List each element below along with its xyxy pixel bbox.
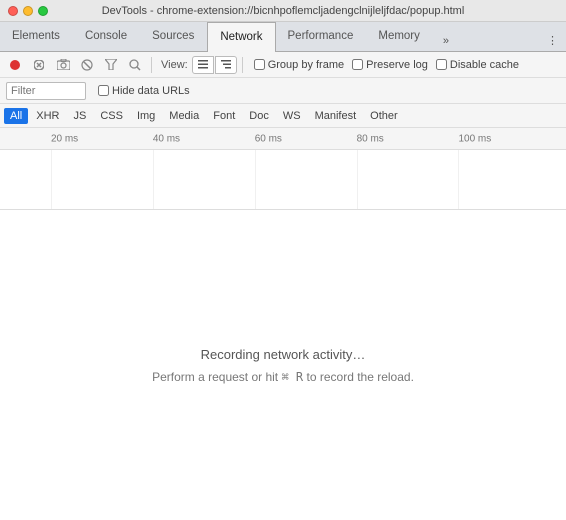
view-list-button[interactable] [192,56,214,74]
stop-button[interactable] [28,54,50,76]
close-button[interactable] [8,6,18,16]
toolbar-separator-1 [151,57,152,73]
preserve-log-label: Preserve log [366,59,428,71]
timeline-markers: 20 ms 40 ms 60 ms 80 ms 100 ms [0,128,566,149]
tab-network[interactable]: Network [207,22,275,52]
waterfall-view-icon [221,60,231,69]
marker-40ms: 40 ms [153,133,180,144]
clear-button[interactable] [76,54,98,76]
filter-tab-media[interactable]: Media [163,108,205,124]
clear-icon [81,59,93,71]
filter-tab-font[interactable]: Font [207,108,241,124]
preserve-log-group: Preserve log [352,59,428,71]
marker-100ms: 100 ms [458,133,491,144]
maximize-button[interactable] [38,6,48,16]
tab-bar: Elements Console Sources Network Perform… [0,22,566,52]
filter-tab-ws[interactable]: WS [277,108,307,124]
tab-elements[interactable]: Elements [0,22,73,51]
disable-cache-group: Disable cache [436,59,519,71]
group-by-frame-checkbox[interactable] [254,59,265,70]
list-view-icon [198,60,208,69]
settings-button[interactable]: ⋮ [539,30,566,51]
hide-data-urls-label: Hide data URLs [112,85,190,97]
keyboard-shortcut: ⌘ R [281,370,303,384]
filter-tab-doc[interactable]: Doc [243,108,275,124]
filter-tab-js[interactable]: JS [67,108,92,124]
traffic-lights [8,6,48,16]
toolbar-primary: View: Group by frame Preserve log Disabl… [0,52,566,78]
filter-button[interactable] [100,54,122,76]
disable-cache-checkbox[interactable] [436,59,447,70]
more-tabs-button[interactable]: » [435,31,457,51]
tab-console[interactable]: Console [73,22,140,51]
recording-text: Recording network activity… [201,347,366,362]
group-by-frame-group: Group by frame [254,59,344,71]
view-toggle [192,56,237,74]
title-bar: DevTools - chrome-extension://bicnhpofle… [0,0,566,22]
preserve-log-checkbox[interactable] [352,59,363,70]
hint-text: Perform a request or hit ⌘ R to record t… [152,370,414,384]
record-icon [10,60,20,70]
filter-tab-all[interactable]: All [4,108,28,124]
view-label: View: [161,59,188,71]
hide-data-urls-checkbox[interactable] [98,85,109,96]
tab-sources[interactable]: Sources [140,22,207,51]
empty-state: Recording network activity… Perform a re… [0,210,566,520]
camera-icon [57,59,70,70]
timeline-header: 20 ms 40 ms 60 ms 80 ms 100 ms [0,128,566,150]
filter-input[interactable] [6,82,86,100]
toolbar-separator-2 [242,57,243,73]
minimize-button[interactable] [23,6,33,16]
filter-tab-bar: All XHR JS CSS Img Media Font Doc WS Man… [0,104,566,128]
stop-icon [34,60,44,70]
window-title: DevTools - chrome-extension://bicnhpofle… [102,5,465,17]
filter-tab-img[interactable]: Img [131,108,161,124]
marker-60ms: 60 ms [255,133,282,144]
group-by-frame-label: Group by frame [268,59,344,71]
filter-tab-xhr[interactable]: XHR [30,108,65,124]
toolbar-secondary: Hide data URLs [0,78,566,104]
waterfall-area [0,150,566,210]
waterfall-grid [0,150,566,209]
filter-tab-manifest[interactable]: Manifest [309,108,363,124]
disable-cache-label: Disable cache [450,59,519,71]
hide-data-urls-group: Hide data URLs [98,85,190,97]
marker-80ms: 80 ms [357,133,384,144]
filter-tab-css[interactable]: CSS [94,108,129,124]
search-icon [129,59,141,71]
tab-performance[interactable]: Performance [276,22,367,51]
record-button[interactable] [4,54,26,76]
tab-memory[interactable]: Memory [366,22,433,51]
view-waterfall-button[interactable] [215,56,237,74]
filter-icon [105,59,117,70]
screenshot-button[interactable] [52,54,74,76]
search-button[interactable] [124,54,146,76]
marker-20ms: 20 ms [51,133,78,144]
filter-tab-other[interactable]: Other [364,108,404,124]
